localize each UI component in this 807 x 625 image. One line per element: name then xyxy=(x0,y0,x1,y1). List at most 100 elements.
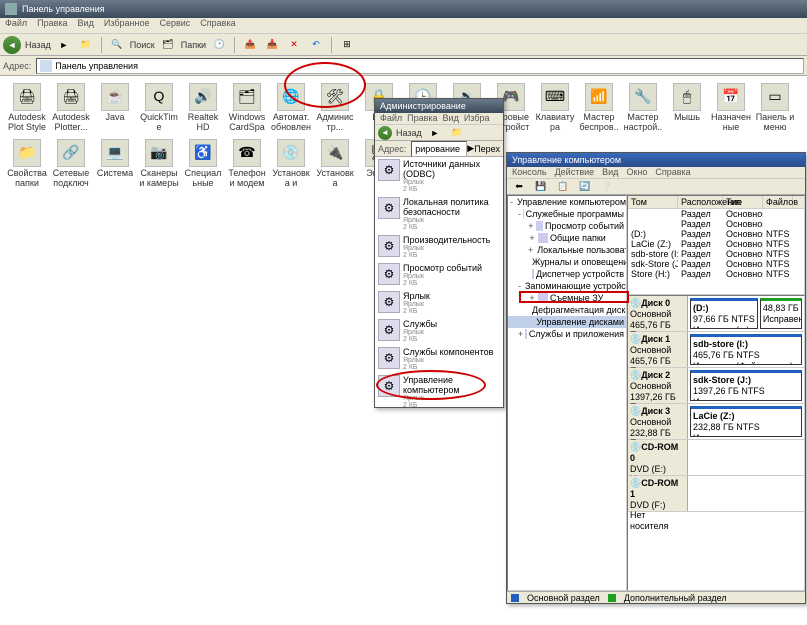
control-panel-item[interactable]: 🔗Сетевые подключения xyxy=(49,137,93,193)
control-panel-item[interactable]: 🌐Автомат. обновлен... xyxy=(269,81,313,137)
history-icon[interactable]: 🕑 xyxy=(210,36,228,54)
menu-item[interactable]: Справка xyxy=(655,167,690,178)
volume-row[interactable]: sdk-Store (J:)РазделОсновнойNTFS xyxy=(628,259,804,269)
window-admin-tools[interactable]: Администрирование ФайлПравкаВидИзбра ◄ Н… xyxy=(374,98,504,408)
mgmt-tree[interactable]: -Управление компьютером (локал-Служебные… xyxy=(507,195,627,591)
tree-item[interactable]: Дефрагментация диска xyxy=(508,304,626,316)
control-panel-item[interactable]: QQuickTime xyxy=(137,81,181,137)
control-panel-item[interactable]: ⌨Клавиатура xyxy=(533,81,577,137)
menu-item[interactable]: Сервис xyxy=(159,18,190,33)
tree-expand-icon[interactable]: + xyxy=(528,233,536,243)
tree-expand-icon[interactable]: - xyxy=(518,281,521,291)
control-panel-item[interactable]: 💿Установка и удаление... xyxy=(269,137,313,193)
volume-row[interactable]: РазделОсновной xyxy=(628,219,804,229)
delete-icon[interactable]: ✕ xyxy=(285,36,303,54)
column-header[interactable]: Том xyxy=(628,196,678,208)
control-panel-item[interactable]: 📁Свойства папки xyxy=(5,137,49,193)
disk-partition[interactable]: 48,83 ГБИсправен xyxy=(760,298,802,329)
control-panel-item[interactable]: ☎Телефон и модем xyxy=(225,137,269,193)
menu-item[interactable]: Вид xyxy=(602,167,618,178)
disk-row[interactable]: 💿Диск 3Основной232,88 ГБПодключенLaCie (… xyxy=(628,404,804,440)
tree-item[interactable]: Журналы и оповещения xyxy=(508,256,626,268)
admin-back-button[interactable]: ◄ xyxy=(378,126,392,140)
control-panel-item[interactable]: ☕Java xyxy=(93,81,137,137)
admin-list-item[interactable]: ⚙ЯрлыкЯрлык2 КБ xyxy=(375,289,503,317)
move-icon[interactable]: 📤 xyxy=(241,36,259,54)
control-panel-item[interactable]: 💻Система xyxy=(93,137,137,193)
column-header[interactable]: Расположение xyxy=(678,196,723,208)
folders-icon[interactable]: 🗂 xyxy=(159,36,177,54)
search-label[interactable]: Поиск xyxy=(130,40,155,50)
admin-go-button[interactable]: ▶ xyxy=(467,143,474,154)
tree-item[interactable]: +Просмотр событий xyxy=(508,220,626,232)
up-button[interactable]: 📁 xyxy=(77,36,95,54)
search-icon[interactable]: 🔍 xyxy=(108,36,126,54)
admin-back-label[interactable]: Назад xyxy=(396,128,422,138)
tree-expand-icon[interactable]: - xyxy=(518,209,521,219)
disk-list[interactable]: 💿Диск 0Основной465,76 ГБПодключен(D:)97,… xyxy=(627,295,805,591)
control-panel-item[interactable]: 🖨Autodesk Plot Style Manager xyxy=(5,81,49,137)
admin-list-item[interactable]: ⚙ПроизводительностьЯрлык2 КБ xyxy=(375,233,503,261)
tree-expand-icon[interactable]: + xyxy=(528,245,533,255)
control-panel-item[interactable]: ▭Панель и меню xyxy=(753,81,797,137)
mgmt-back-icon[interactable]: ⬅ xyxy=(510,178,528,196)
copy-icon[interactable]: 📥 xyxy=(263,36,281,54)
menu-item[interactable]: Консоль xyxy=(512,167,547,178)
admin-forward-button[interactable]: ► xyxy=(426,124,444,142)
menu-item[interactable]: Правка xyxy=(37,18,67,33)
disk-row[interactable]: 💿Диск 2Основной1397,26 ГБПодключенsdk-St… xyxy=(628,368,804,404)
admin-list-item[interactable]: ⚙Управление компьютеромЯрлык2 КБ xyxy=(375,373,503,407)
admin-list-item[interactable]: ⚙СлужбыЯрлык2 КБ xyxy=(375,317,503,345)
control-panel-item[interactable]: 🖨Autodesk Plotter... xyxy=(49,81,93,137)
volume-row[interactable]: sdb-store (I:)РазделОсновнойNTFS xyxy=(628,249,804,259)
admin-list-item[interactable]: ⚙Локальная политика безопасностиЯрлык2 К… xyxy=(375,195,503,233)
mgmt-save-icon[interactable]: 💾 xyxy=(532,178,550,196)
admin-list-item[interactable]: ⚙Источники данных (ODBC)Ярлык2 КБ xyxy=(375,157,503,195)
control-panel-item[interactable]: 🔊Realtek HD Конфигура... xyxy=(181,81,225,137)
tree-item[interactable]: Управление дисками xyxy=(508,316,626,328)
back-button[interactable]: ◄ xyxy=(3,36,21,54)
control-panel-item[interactable]: 🗂Windows CardSpace xyxy=(225,81,269,137)
column-header[interactable]: Тип xyxy=(723,196,763,208)
tree-item[interactable]: +Службы и приложения xyxy=(508,328,626,340)
volume-table[interactable]: ТомРасположениеТипФайлов РазделОсновнойР… xyxy=(627,195,805,295)
mgmt-help-icon[interactable]: ❔ xyxy=(598,178,616,196)
control-panel-item[interactable]: ♿Специальные возможности xyxy=(181,137,225,193)
tree-item[interactable]: Диспетчер устройств xyxy=(508,268,626,280)
control-panel-item[interactable]: 📶Мастер беспров... xyxy=(577,81,621,137)
disk-row[interactable]: 💿CD-ROM 0DVD (E:)Нет носителя xyxy=(628,440,804,476)
tree-item[interactable]: -Запоминающие устройства xyxy=(508,280,626,292)
disk-partition[interactable]: sdk-Store (J:)1397,26 ГБ NTFSИсправен xyxy=(690,370,802,401)
disk-row[interactable]: 💿Диск 1Основной465,76 ГБПодключенsdb-sto… xyxy=(628,332,804,368)
disk-row[interactable]: 💿CD-ROM 1DVD (F:)Нет носителя xyxy=(628,476,804,512)
tree-item[interactable]: -Управление компьютером (локал xyxy=(508,196,626,208)
admin-list-item[interactable]: ⚙Просмотр событийЯрлык2 КБ xyxy=(375,261,503,289)
tree-item[interactable]: +Общие папки xyxy=(508,232,626,244)
disk-row[interactable]: 💿Диск 0Основной465,76 ГБПодключен(D:)97,… xyxy=(628,296,804,332)
menu-item[interactable]: Вид xyxy=(443,113,459,124)
volume-row[interactable]: РазделОсновной xyxy=(628,209,804,219)
disk-partition[interactable]: (D:)97,66 ГБ NTFSИсправен (...) xyxy=(690,298,758,329)
views-icon[interactable]: ⊞ xyxy=(338,36,356,54)
tree-expand-icon[interactable]: + xyxy=(528,221,534,231)
folders-label[interactable]: Папки xyxy=(181,40,206,50)
address-field[interactable]: Панель управления xyxy=(36,58,804,74)
forward-button[interactable]: ► xyxy=(55,36,73,54)
tree-item[interactable]: -Служебные программы xyxy=(508,208,626,220)
disk-partition[interactable]: sdb-store (I:)465,76 ГБ NTFSИсправен (Фа… xyxy=(690,334,802,365)
menu-item[interactable]: Правка xyxy=(407,113,437,124)
tree-expand-icon[interactable]: + xyxy=(518,329,523,339)
window-computer-management[interactable]: Управление компьютером КонсольДействиеВи… xyxy=(506,152,806,604)
control-panel-item[interactable]: 🖱Мышь xyxy=(665,81,709,137)
menu-item[interactable]: Файл xyxy=(5,18,27,33)
tree-item[interactable]: +Локальные пользователи xyxy=(508,244,626,256)
mgmt-refresh-icon[interactable]: 🔄 xyxy=(576,178,594,196)
menu-item[interactable]: Избра xyxy=(464,113,490,124)
menu-item[interactable]: Окно xyxy=(626,167,647,178)
disk-partition[interactable]: LaCie (Z:)232,88 ГБ NTFSИсправен xyxy=(690,406,802,437)
control-panel-item[interactable]: 🛠Администр... xyxy=(313,81,357,137)
menu-item[interactable]: Избранное xyxy=(104,18,150,33)
control-panel-item[interactable]: 🔧Мастер настрой... xyxy=(621,81,665,137)
menu-item[interactable]: Справка xyxy=(200,18,235,33)
admin-up-button[interactable]: 📁 xyxy=(448,124,466,142)
